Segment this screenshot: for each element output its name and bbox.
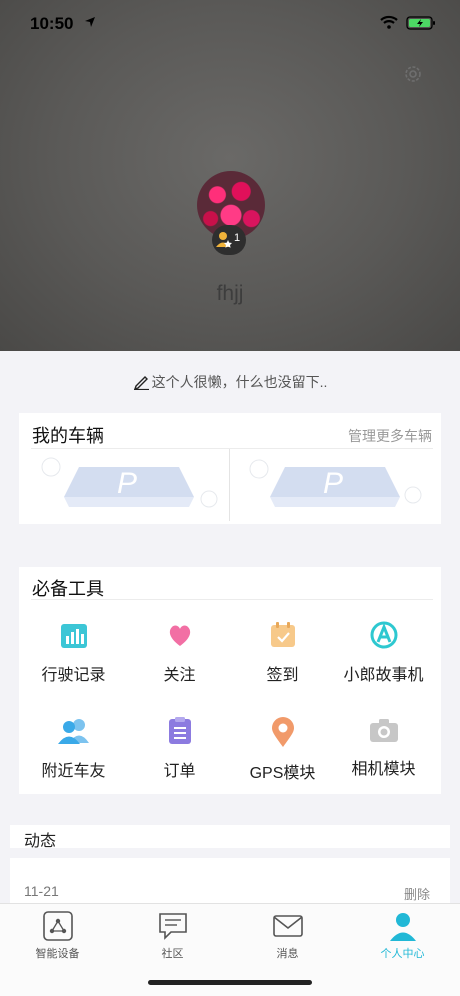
parking-placeholder-icon[interactable]: P xyxy=(245,449,425,521)
svg-text:P: P xyxy=(117,467,137,500)
tool-label: GPS模块 xyxy=(249,765,316,782)
tool-orders[interactable]: 订单 xyxy=(127,716,232,781)
signature-row[interactable]: 这个人很懒，什么也没留下.. xyxy=(0,372,460,392)
tool-nearby-riders[interactable]: 附近车友 xyxy=(21,716,126,781)
clipboard-icon xyxy=(168,717,191,744)
pencil-icon xyxy=(133,376,149,391)
level-number: 1 xyxy=(234,232,241,244)
level-badge xyxy=(212,225,246,255)
svg-text:P: P xyxy=(323,467,343,500)
tool-check-in[interactable]: 签到 xyxy=(230,620,335,685)
camera-icon xyxy=(369,719,398,742)
person-icon xyxy=(389,913,416,941)
heart-icon xyxy=(169,625,190,646)
device-icon xyxy=(42,911,73,941)
status-time: 10:50 xyxy=(30,14,74,33)
feed-header: 动态 xyxy=(10,825,450,850)
username: fhjj xyxy=(216,282,244,305)
feed-date: 11-21 xyxy=(24,883,59,899)
tool-label: 附近车友 xyxy=(41,763,106,780)
parking-placeholder-icon[interactable]: P xyxy=(39,449,219,521)
chat-icon xyxy=(158,913,187,940)
location-arrow-icon xyxy=(85,17,95,27)
profile-header: 10:50 1 fhjj xyxy=(0,0,460,351)
calendar-icon xyxy=(270,622,295,647)
people-icon xyxy=(57,719,89,744)
tab-smart-device[interactable]: 智能设备 xyxy=(0,910,115,961)
divider xyxy=(229,449,230,521)
status-bar: 10:50 xyxy=(0,0,460,50)
tab-label: 个人中心 xyxy=(380,948,425,960)
tab-label: 社区 xyxy=(161,948,184,960)
tools-card: 必备工具 行驶记录 关注 签到 小郎故事机 附近车友 订单 GPS模块 相机模块 xyxy=(19,567,441,794)
vehicles-title: 我的车辆 xyxy=(32,426,104,446)
tool-label: 行驶记录 xyxy=(41,667,106,684)
chart-icon xyxy=(60,624,87,648)
gear-icon[interactable] xyxy=(402,63,424,85)
mail-icon xyxy=(272,915,303,937)
tool-story-machine[interactable]: 小郎故事机 xyxy=(331,620,436,685)
tab-personal-center[interactable]: 个人中心 xyxy=(345,910,460,961)
tool-label: 签到 xyxy=(266,667,299,684)
wifi-icon xyxy=(380,15,398,29)
tab-community[interactable]: 社区 xyxy=(115,910,230,961)
home-indicator xyxy=(148,980,312,985)
location-pin-icon xyxy=(271,717,294,747)
feed-item[interactable]: 11-21 删除 xyxy=(10,858,450,904)
tool-label: 关注 xyxy=(163,667,196,684)
tool-follow[interactable]: 关注 xyxy=(127,620,232,685)
tool-label: 订单 xyxy=(163,763,196,780)
tool-gps-module[interactable]: GPS模块 xyxy=(230,716,335,783)
tool-label: 小郎故事机 xyxy=(343,667,424,684)
tool-label: 相机模块 xyxy=(351,761,416,778)
manage-vehicles-link[interactable]: 管理更多车辆 xyxy=(348,426,432,446)
tab-label: 智能设备 xyxy=(35,948,80,960)
tool-driving-record[interactable]: 行驶记录 xyxy=(21,620,126,685)
tools-title: 必备工具 xyxy=(32,579,104,599)
tool-camera-module[interactable]: 相机模块 xyxy=(331,716,436,779)
tab-messages[interactable]: 消息 xyxy=(230,910,345,961)
battery-icon xyxy=(406,16,435,30)
story-machine-icon xyxy=(370,621,397,649)
feed-title: 动态 xyxy=(24,833,57,850)
divider xyxy=(31,599,433,600)
signature-text: 这个人很懒，什么也没留下.. xyxy=(151,374,328,390)
user-star-icon xyxy=(216,232,232,248)
delete-button[interactable]: 删除 xyxy=(404,884,430,903)
tab-label: 消息 xyxy=(276,948,299,960)
my-vehicles-card: 我的车辆 管理更多车辆 P P xyxy=(19,413,441,524)
